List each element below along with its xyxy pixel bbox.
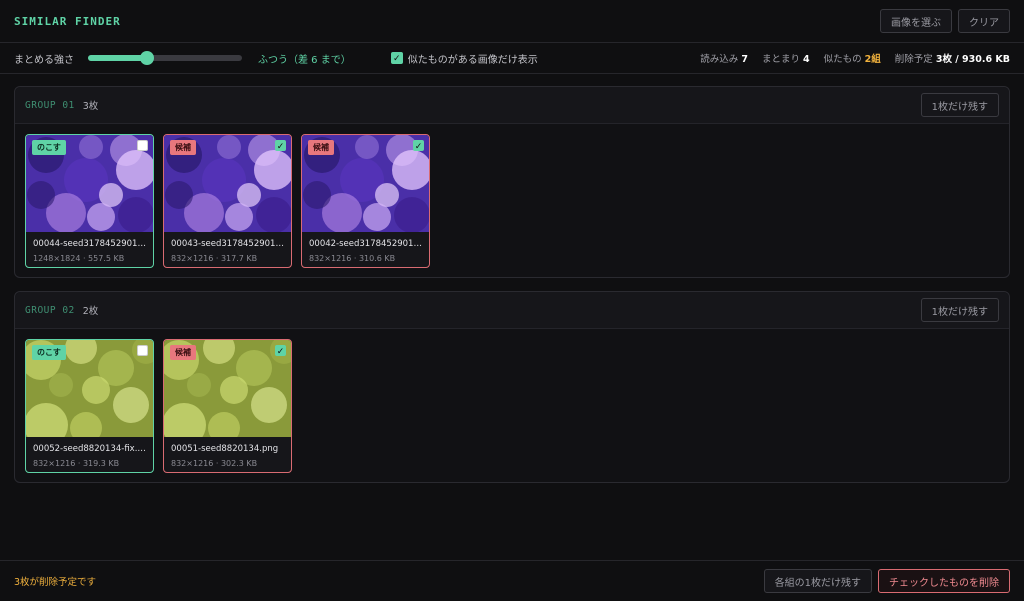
file-name: 00052-seed8820134-fix.png	[33, 444, 147, 454]
app-header: SIMILAR FINDER 画像を選ぶ クリア	[0, 0, 1024, 43]
file-meta: 832×1216 · 302.3 KB	[171, 459, 258, 468]
stat-delete: 削除予定 3枚 / 930.6 KB	[894, 54, 1010, 65]
group-header: GROUP 02 2枚 1枚だけ残す	[15, 292, 1009, 329]
toolbar: まとめる強さ ふつう（差 6 まで） ✓ 似たものがある画像だけ表示 読み込み …	[0, 43, 1024, 74]
image-thumbnail: のこす	[26, 340, 153, 437]
keep-badge: のこす	[32, 345, 66, 360]
group-tag: GROUP 02	[25, 304, 75, 316]
strength-slider-thumb[interactable]	[139, 51, 154, 65]
candidate-badge: 候補	[308, 140, 334, 155]
image-thumbnail: 候補 ✓	[164, 135, 291, 232]
file-meta: 832×1216 · 310.6 KB	[309, 254, 396, 263]
group-count: 2枚	[82, 306, 99, 317]
card-checkbox[interactable]	[137, 140, 148, 151]
stat-loaded: 読み込み 7	[700, 54, 748, 65]
strength-label: まとめる強さ	[14, 54, 74, 66]
footer: 3枚が削除予定です 各組の1枚だけ残す チェックしたものを削除	[0, 560, 1024, 601]
image-thumbnail: 候補 ✓	[164, 340, 291, 437]
select-images-button[interactable]: 画像を選ぶ	[880, 9, 952, 33]
image-card[interactable]: のこす 00052-seed8820134-fix.png 832×1216 ·…	[25, 339, 154, 473]
keep-badge: のこす	[32, 140, 66, 155]
file-name: 00044-seed3178452901-hir...	[33, 239, 147, 249]
keep-one-button[interactable]: 1枚だけ残す	[920, 93, 999, 117]
group-tag: GROUP 01	[25, 99, 75, 111]
similar-only-filter[interactable]: ✓ 似たものがある画像だけ表示	[390, 51, 538, 66]
file-meta: 832×1216 · 319.3 KB	[33, 459, 120, 468]
image-thumbnail: 候補 ✓	[302, 135, 429, 232]
app-title: SIMILAR FINDER	[14, 14, 121, 28]
file-name: 00042-seed3178452901.png	[309, 239, 423, 249]
similar-only-label: 似たものがある画像だけ表示	[407, 54, 538, 66]
image-card[interactable]: のこす 00044-seed3178452901-hir... 1248×182…	[25, 134, 154, 268]
strength-value: ふつう（差 6 まで）	[258, 54, 351, 66]
image-thumbnail: のこす	[26, 135, 153, 232]
card-checkbox[interactable]: ✓	[413, 140, 424, 151]
file-meta: 832×1216 · 317.7 KB	[171, 254, 258, 263]
group-count: 3枚	[82, 101, 99, 112]
keep-one-button[interactable]: 1枚だけ残す	[920, 298, 999, 322]
keep-one-each-button[interactable]: 各組の1枚だけ残す	[763, 569, 872, 593]
image-card[interactable]: 候補 ✓ 00043-seed3178452901-v2.... 832×121…	[163, 134, 292, 268]
delete-checked-button[interactable]: チェックしたものを削除	[878, 569, 1010, 593]
image-card[interactable]: 候補 ✓ 00051-seed8820134.png 832×1216 · 30…	[163, 339, 292, 473]
card-checkbox[interactable]: ✓	[275, 140, 286, 151]
delete-status: 3枚が削除予定です	[14, 577, 97, 588]
file-name: 00043-seed3178452901-v2....	[171, 239, 285, 249]
card-checkbox[interactable]	[137, 345, 148, 356]
card-checkbox[interactable]: ✓	[275, 345, 286, 356]
group-01: GROUP 01 3枚 1枚だけ残す のこす 00044-seed3178452…	[14, 86, 1010, 278]
stats: 読み込み 7 まとまり 4 似たもの 2組 削除予定 3枚 / 930.6 KB	[700, 51, 1010, 65]
file-meta: 1248×1824 · 557.5 KB	[33, 254, 125, 263]
group-02: GROUP 02 2枚 1枚だけ残す のこす 00052-seed8820134…	[14, 291, 1010, 483]
similar-only-checkbox[interactable]: ✓	[390, 52, 403, 64]
image-card[interactable]: 候補 ✓ 00042-seed3178452901.png 832×1216 ·…	[301, 134, 430, 268]
strength-slider-fill	[88, 55, 147, 61]
file-name: 00051-seed8820134.png	[171, 444, 279, 454]
strength-slider[interactable]	[88, 51, 242, 65]
clear-button[interactable]: クリア	[958, 9, 1010, 33]
group-header: GROUP 01 3枚 1枚だけ残す	[15, 87, 1009, 124]
stat-similar: 似たもの 2組	[823, 54, 881, 65]
candidate-badge: 候補	[170, 345, 196, 360]
candidate-badge: 候補	[170, 140, 196, 155]
stat-groups: まとまり 4	[761, 54, 810, 65]
